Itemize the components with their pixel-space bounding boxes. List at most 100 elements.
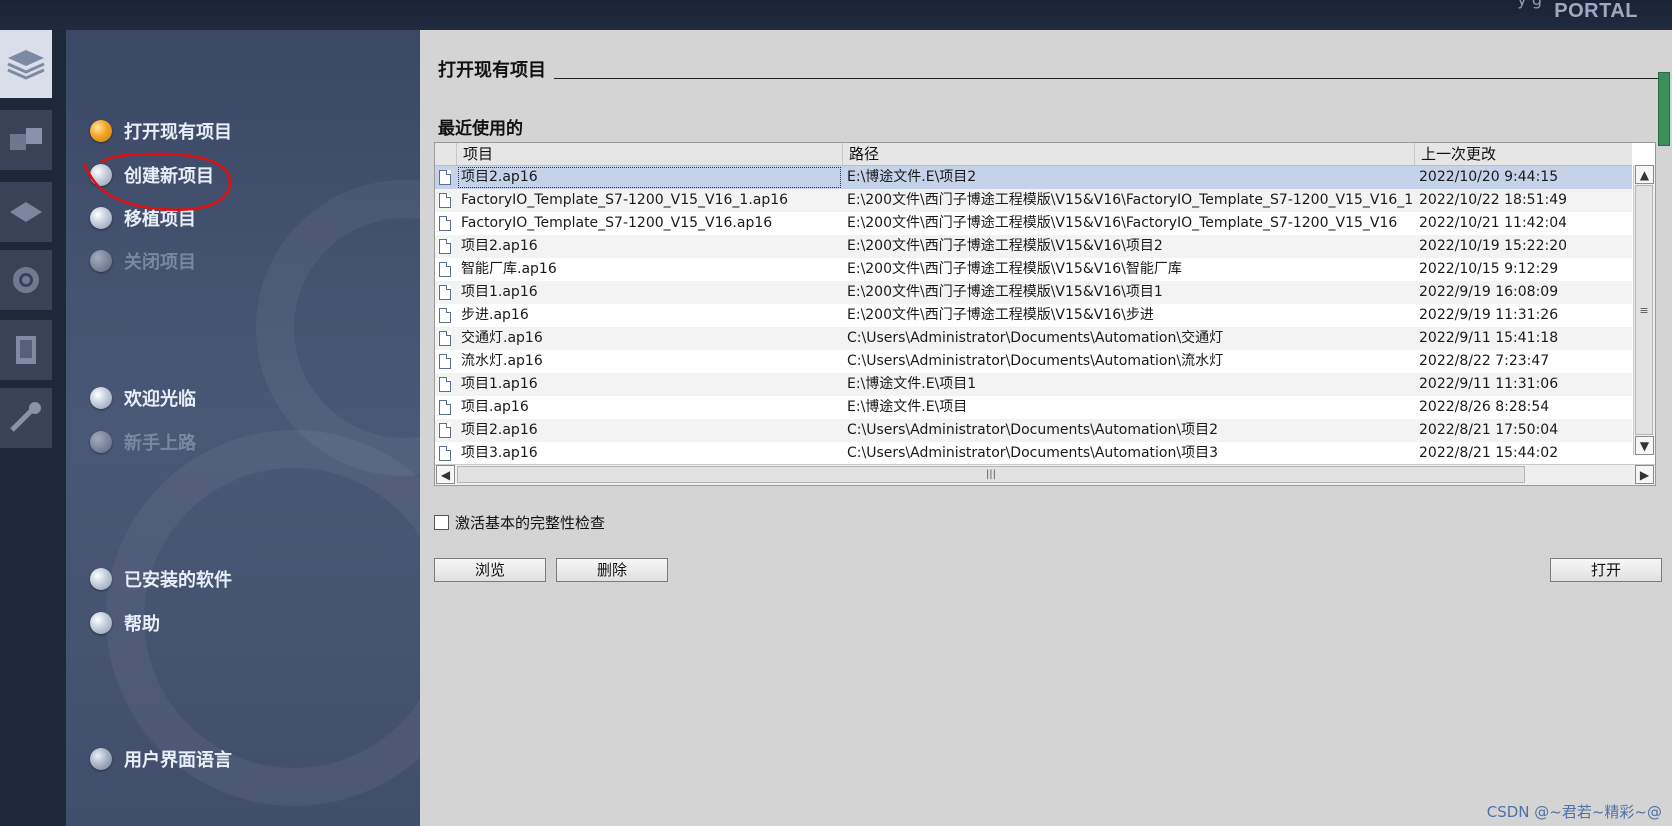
project-file-icon bbox=[439, 166, 457, 189]
cell-modified: 2022/8/26 8:28:54 bbox=[1419, 399, 1550, 415]
horizontal-scroll-thumb[interactable]: ||| bbox=[457, 466, 1525, 483]
project-file-icon bbox=[439, 258, 457, 281]
table-row[interactable]: 项目1.ap16 E:\200文件\西门子博途工程模版\V15&V16\项目1 … bbox=[435, 281, 1632, 304]
integrity-check-option[interactable]: 激活基本的完整性检查 bbox=[434, 512, 605, 533]
plc-programming-icon[interactable] bbox=[0, 182, 52, 242]
cell-path: C:\Users\Administrator\Documents\Automat… bbox=[847, 422, 1218, 438]
scroll-up-arrow-icon[interactable]: ▲ bbox=[1635, 165, 1654, 184]
start-portal-icon[interactable] bbox=[0, 30, 52, 98]
cell-project: 项目2.ap16 bbox=[461, 422, 538, 438]
column-header-path[interactable]: 路径 bbox=[843, 143, 1415, 165]
open-button[interactable]: 打开 bbox=[1550, 558, 1662, 582]
csdn-watermark: CSDN @~君若~精彩~@ bbox=[1486, 803, 1662, 821]
table-row[interactable]: 项目3.ap16 C:\Users\Administrator\Document… bbox=[435, 442, 1632, 465]
table-row[interactable]: FactoryIO_Template_S7-1200_V15_V16_1.ap1… bbox=[435, 189, 1632, 212]
cell-path: E:\200文件\西门子博途工程模版\V15&V16\步进 bbox=[847, 307, 1154, 323]
radio-bullet-icon bbox=[90, 387, 112, 409]
cell-project: 步进.ap16 bbox=[461, 307, 529, 323]
radio-bullet-icon bbox=[90, 568, 112, 590]
project-file-icon bbox=[439, 281, 457, 304]
recent-projects-heading: 最近使用的 bbox=[438, 119, 523, 139]
cell-path: E:\200文件\西门子博途工程模版\V15&V16\FactoryIO_Tem… bbox=[847, 215, 1398, 231]
table-row[interactable]: 项目2.ap16 E:\200文件\西门子博途工程模版\V15&V16\项目2 … bbox=[435, 235, 1632, 258]
vertical-scrollbar[interactable]: ▲ ≡ ▼ bbox=[1633, 165, 1655, 455]
nav-installed-software[interactable]: 已安装的软件 bbox=[90, 566, 232, 592]
recent-projects-table: 项目 路径 上一次更改 项目2.ap16 E:\博途文件.E\项目2 2022/… bbox=[434, 142, 1656, 486]
scroll-right-arrow-icon[interactable]: ▶ bbox=[1635, 465, 1654, 484]
portal-brand: PORTAL bbox=[1554, 0, 1638, 22]
browse-button[interactable]: 浏览 bbox=[434, 558, 546, 582]
panel-scrollbar-thumb[interactable] bbox=[1658, 72, 1670, 146]
devices-networks-icon[interactable] bbox=[0, 110, 52, 170]
column-header-project[interactable]: 项目 bbox=[457, 143, 843, 165]
table-row[interactable]: FactoryIO_Template_S7-1200_V15_V16.ap16 … bbox=[435, 212, 1632, 235]
cell-path: E:\200文件\西门子博途工程模版\V15&V16\项目1 bbox=[847, 284, 1163, 300]
title-bar-cut-text: y g bbox=[1517, 0, 1542, 9]
delete-button[interactable]: 删除 bbox=[556, 558, 668, 582]
table-row[interactable]: 项目2.ap16 E:\博途文件.E\项目2 2022/10/20 9:44:1… bbox=[435, 166, 1632, 189]
nav-label: 新手上路 bbox=[124, 433, 196, 454]
cell-modified: 2022/9/19 11:31:26 bbox=[1419, 307, 1559, 323]
project-file-icon bbox=[439, 373, 457, 396]
table-row[interactable]: 交通灯.ap16 C:\Users\Administrator\Document… bbox=[435, 327, 1632, 350]
nav-label: 关闭项目 bbox=[124, 252, 196, 273]
radio-bullet-icon bbox=[90, 431, 112, 453]
nav-label: 移植项目 bbox=[124, 209, 196, 230]
start-navigation-panel: 打开现有项目 创建新项目 移植项目 关闭项目 欢迎光临 新手上路 已安装的软件 … bbox=[66, 30, 420, 826]
cell-modified: 2022/8/22 7:23:47 bbox=[1419, 353, 1550, 369]
cell-path: E:\博途文件.E\项目2 bbox=[847, 169, 977, 185]
cell-project: 项目2.ap16 bbox=[461, 238, 538, 254]
motion-technology-icon[interactable] bbox=[0, 250, 52, 310]
cell-modified: 2022/10/22 18:51:49 bbox=[1419, 192, 1568, 208]
scroll-left-arrow-icon[interactable]: ◀ bbox=[436, 465, 455, 484]
portal-icon-strip bbox=[0, 30, 66, 826]
cell-modified: 2022/8/21 15:44:02 bbox=[1419, 445, 1559, 461]
nav-create-new-project[interactable]: 创建新项目 bbox=[90, 162, 214, 188]
project-file-icon bbox=[439, 327, 457, 350]
project-file-icon bbox=[439, 212, 457, 235]
main-content-area: 打开现有项目 最近使用的 项目 路径 上一次更改 项目2.ap16 E:\博途文… bbox=[420, 30, 1672, 826]
cell-modified: 2022/9/19 16:08:09 bbox=[1419, 284, 1559, 300]
nav-label: 欢迎光临 bbox=[124, 389, 196, 410]
radio-bullet-icon bbox=[90, 120, 112, 142]
nav-migrate-project[interactable]: 移植项目 bbox=[90, 205, 196, 231]
online-diagnostics-icon[interactable] bbox=[0, 388, 52, 448]
table-row[interactable]: 项目1.ap16 E:\博途文件.E\项目1 2022/9/11 11:31:0… bbox=[435, 373, 1632, 396]
table-row[interactable]: 流水灯.ap16 C:\Users\Administrator\Document… bbox=[435, 350, 1632, 373]
cell-project: 项目3.ap16 bbox=[461, 445, 538, 461]
column-header-modified[interactable]: 上一次更改 bbox=[1415, 143, 1632, 165]
horizontal-scrollbar[interactable]: ◀ ||| ▶ bbox=[435, 464, 1655, 485]
cell-path: E:\200文件\西门子博途工程模版\V15&V16\智能厂库 bbox=[847, 261, 1182, 277]
cell-modified: 2022/10/20 9:44:15 bbox=[1419, 169, 1559, 185]
project-file-icon bbox=[439, 304, 457, 327]
table-row[interactable]: 项目2.ap16 C:\Users\Administrator\Document… bbox=[435, 419, 1632, 442]
cell-path: E:\博途文件.E\项目1 bbox=[847, 376, 977, 392]
cell-project: 项目2.ap16 bbox=[457, 166, 842, 189]
cell-path: E:\200文件\西门子博途工程模版\V15&V16\项目2 bbox=[847, 238, 1163, 254]
nav-welcome[interactable]: 欢迎光临 bbox=[90, 385, 196, 411]
integrity-check-checkbox[interactable] bbox=[434, 515, 449, 530]
cell-modified: 2022/9/11 15:41:18 bbox=[1419, 330, 1559, 346]
table-row[interactable]: 项目.ap16 E:\博途文件.E\项目 2022/8/26 8:28:54 bbox=[435, 396, 1632, 419]
project-file-icon bbox=[439, 419, 457, 442]
cell-path: C:\Users\Administrator\Documents\Automat… bbox=[847, 353, 1224, 369]
cell-path: E:\200文件\西门子博途工程模版\V15&V16\FactoryIO_Tem… bbox=[847, 192, 1414, 208]
vertical-scroll-thumb[interactable]: ≡ bbox=[1635, 185, 1653, 435]
cell-project: FactoryIO_Template_S7-1200_V15_V16.ap16 bbox=[461, 215, 773, 231]
scroll-down-arrow-icon[interactable]: ▼ bbox=[1635, 436, 1654, 455]
cell-path: C:\Users\Administrator\Documents\Automat… bbox=[847, 445, 1218, 461]
integrity-check-label: 激活基本的完整性检查 bbox=[455, 514, 606, 532]
table-row[interactable]: 步进.ap16 E:\200文件\西门子博途工程模版\V15&V16\步进 20… bbox=[435, 304, 1632, 327]
nav-help[interactable]: 帮助 bbox=[90, 610, 160, 636]
cell-project: 流水灯.ap16 bbox=[461, 353, 543, 369]
radio-bullet-icon bbox=[90, 612, 112, 634]
radio-bullet-icon bbox=[90, 250, 112, 272]
nav-open-existing-project[interactable]: 打开现有项目 bbox=[90, 118, 232, 144]
cell-modified: 2022/10/21 11:42:04 bbox=[1419, 215, 1568, 231]
nav-ui-language[interactable]: 用户界面语言 bbox=[90, 746, 232, 772]
nav-label: 帮助 bbox=[124, 614, 160, 635]
project-file-icon bbox=[439, 235, 457, 258]
visualization-icon[interactable] bbox=[0, 320, 52, 380]
table-row[interactable]: 智能厂库.ap16 E:\200文件\西门子博途工程模版\V15&V16\智能厂… bbox=[435, 258, 1632, 281]
cell-project: 项目1.ap16 bbox=[461, 376, 538, 392]
